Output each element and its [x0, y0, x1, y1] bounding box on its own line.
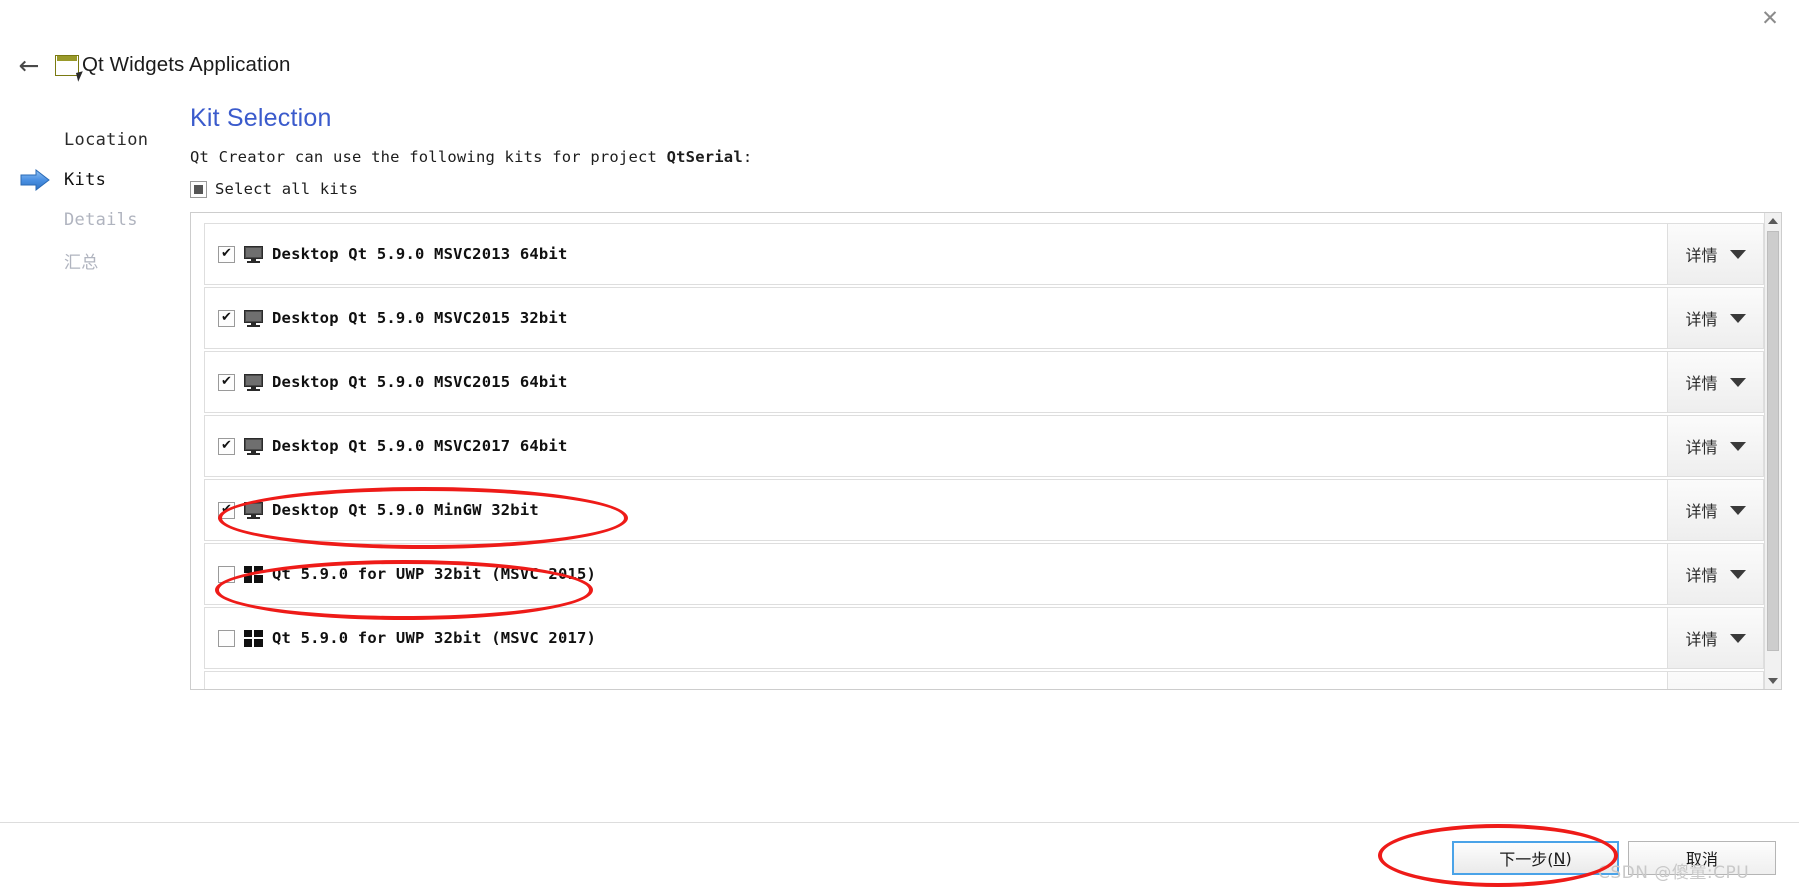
kit-checkbox[interactable] [218, 437, 235, 455]
kit-checkbox[interactable] [218, 245, 235, 263]
kit-details-label: 详情 [1685, 374, 1718, 393]
kit-selection-wizard: ✕ ← Qt Widgets Application Location Kits… [0, 0, 1799, 890]
close-icon[interactable]: ✕ [1741, 0, 1799, 36]
chevron-down-icon [1729, 569, 1746, 579]
sidebar-item-label: Location [64, 130, 149, 150]
kit-checkbox[interactable] [218, 565, 235, 583]
kit-label: Desktop Qt 5.9.0 MSVC2015 32bit [272, 309, 568, 327]
monitor-icon [244, 437, 263, 455]
kit-list-item[interactable]: Desktop Qt 5.9.0 MSVC2015 32bit 详情 [204, 287, 1764, 349]
sidebar-item-label: 汇总 [64, 252, 99, 273]
watermark: CSDN @傻童:CPU [1598, 863, 1750, 883]
wizard-header: ← Qt Widgets Application [0, 45, 1799, 85]
qt-widgets-app-icon [55, 54, 85, 82]
scrollbar-thumb[interactable] [1767, 231, 1779, 651]
windows-logo-icon [244, 629, 263, 647]
sidebar-item-location[interactable]: Location [0, 120, 190, 160]
select-all-kits-label: Select all kits [215, 180, 358, 198]
kit-item-main[interactable]: Qt 5.9.0 for UWP 32bit (MSVC 2015) [205, 565, 1667, 583]
kit-details-label: 详情 [1685, 502, 1718, 521]
wizard-steps-sidebar: Location Kits Details 汇总 [0, 120, 190, 280]
kit-label: Qt 5.9.0 for UWP 32bit (MSVC 2017) [272, 629, 597, 647]
kit-item-main[interactable]: Desktop Qt 5.9.0 MinGW 32bit [205, 501, 1667, 519]
kit-label: Desktop Qt 5.9.0 MSVC2015 64bit [272, 373, 568, 391]
sidebar-item-label: Details [64, 210, 138, 230]
monitor-icon [244, 501, 263, 519]
kit-list-item[interactable]: Qt 5.9.0 for UWP 32bit (MSVC 2015) 详情 [204, 543, 1764, 605]
select-all-kits-row[interactable]: Select all kits [190, 180, 358, 198]
kit-item-main[interactable]: Qt 5.9.0 for UWP 32bit (MSVC 2017) [205, 629, 1667, 647]
right-arrow-icon [20, 169, 50, 191]
kit-checkbox[interactable] [218, 629, 235, 647]
kit-list-item[interactable]: Desktop Qt 5.9.0 MinGW 32bit 详情 [204, 479, 1764, 541]
kit-list-items: Desktop Qt 5.9.0 MSVC2013 64bit 详情 Deskt… [191, 213, 1764, 689]
kit-details-label: 详情 [1685, 310, 1718, 329]
kit-list-item[interactable]: Qt 5.9.0 for UWP 32bit (MSVC 2017) 详情 [204, 607, 1764, 669]
kit-list-item[interactable]: Desktop Qt 5.9.0 MSVC2015 64bit 详情 [204, 351, 1764, 413]
select-all-kits-checkbox[interactable] [190, 180, 207, 198]
scroll-up-arrow-icon[interactable] [1765, 213, 1781, 229]
description-prefix: Qt Creator can use the following kits fo… [190, 148, 667, 166]
next-button[interactable]: 下一步(N) [1452, 841, 1619, 875]
kit-list-item[interactable]: Desktop Qt 5.9.0 MSVC2013 64bit 详情 [204, 223, 1764, 285]
kit-list-item[interactable]: Desktop Qt 5.9.0 MSVC2017 64bit 详情 [204, 415, 1764, 477]
kit-item-main[interactable]: Desktop Qt 5.9.0 MSVC2015 32bit [205, 309, 1667, 327]
page-title: Qt Widgets Application [82, 53, 291, 76]
chevron-down-icon [1729, 249, 1746, 259]
monitor-icon [244, 245, 263, 263]
windows-logo-icon [244, 565, 263, 583]
kit-list-scrollbar[interactable] [1764, 213, 1781, 689]
chevron-down-icon [1729, 505, 1746, 515]
kit-details-button[interactable]: 详情 [1667, 480, 1763, 540]
kit-details-button[interactable]: 详情 [1667, 544, 1763, 604]
kit-list-item[interactable] [204, 671, 1764, 689]
kit-details-button[interactable]: 详情 [1667, 224, 1763, 284]
next-button-mnemonic: N [1553, 848, 1566, 868]
kit-details-label: 详情 [1685, 566, 1718, 585]
next-button-label: 下一步( [1499, 850, 1554, 869]
kit-label: Desktop Qt 5.9.0 MSVC2013 64bit [272, 245, 568, 263]
kit-label: Qt 5.9.0 for UWP 32bit (MSVC 2015) [272, 565, 597, 583]
kit-selection-heading: Kit Selection [190, 104, 332, 132]
chevron-down-icon [1729, 377, 1746, 387]
kit-item-main[interactable]: Desktop Qt 5.9.0 MSVC2013 64bit [205, 245, 1667, 263]
next-button-label-end: ) [1565, 848, 1572, 868]
sidebar-item-summary[interactable]: 汇总 [0, 240, 190, 280]
description-suffix: : [742, 148, 753, 166]
monitor-icon [244, 309, 263, 327]
sidebar-item-label: Kits [64, 170, 107, 190]
kit-label: Desktop Qt 5.9.0 MinGW 32bit [272, 501, 539, 519]
kit-label: Desktop Qt 5.9.0 MSVC2017 64bit [272, 437, 568, 455]
project-name: QtSerial [666, 148, 743, 166]
wizard-footer: 下一步(N) 取消 [0, 822, 1799, 890]
kit-details-button[interactable]: 详情 [1667, 352, 1763, 412]
kit-details-label: 详情 [1685, 630, 1718, 649]
chevron-down-icon [1729, 313, 1746, 323]
chevron-down-icon [1729, 633, 1746, 643]
kit-details-label: 详情 [1685, 438, 1718, 457]
kit-details-button[interactable]: 详情 [1667, 416, 1763, 476]
monitor-icon [244, 373, 263, 391]
kit-details-button[interactable] [1667, 672, 1763, 689]
back-arrow-icon[interactable]: ← [6, 53, 52, 78]
sidebar-item-kits[interactable]: Kits [0, 160, 190, 200]
kit-details-button[interactable]: 详情 [1667, 608, 1763, 668]
scroll-down-arrow-icon[interactable] [1765, 673, 1781, 689]
kit-item-main[interactable]: Desktop Qt 5.9.0 MSVC2017 64bit [205, 437, 1667, 455]
kit-checkbox[interactable] [218, 373, 235, 391]
kit-selection-description: Qt Creator can use the following kits fo… [190, 148, 752, 166]
kit-item-main[interactable]: Desktop Qt 5.9.0 MSVC2015 64bit [205, 373, 1667, 391]
sidebar-item-details[interactable]: Details [0, 200, 190, 240]
kit-checkbox[interactable] [218, 309, 235, 327]
kit-details-label: 详情 [1685, 246, 1718, 265]
kit-checkbox[interactable] [218, 501, 235, 519]
chevron-down-icon [1729, 441, 1746, 451]
kit-list: Desktop Qt 5.9.0 MSVC2013 64bit 详情 Deskt… [190, 212, 1782, 690]
kit-details-button[interactable]: 详情 [1667, 288, 1763, 348]
